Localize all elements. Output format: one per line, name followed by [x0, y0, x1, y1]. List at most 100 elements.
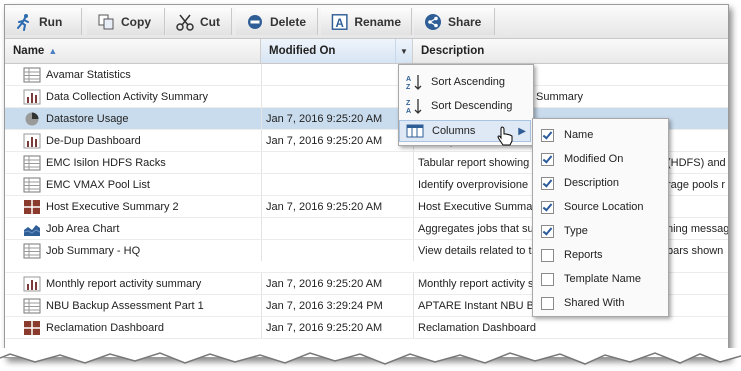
sort-descending-icon: Z A [406, 99, 422, 115]
row-name: EMC Isilon HDFS Racks [46, 156, 166, 169]
svg-text:Z: Z [406, 84, 411, 91]
column-header-description[interactable]: Description [413, 39, 728, 63]
table-row[interactable]: Data Collection Activity Summary Summary [5, 86, 728, 108]
bar-chart-icon [23, 133, 46, 149]
column-toggle-label: Reports [564, 249, 603, 261]
dashboard-icon [23, 320, 46, 336]
run-button[interactable]: Run [5, 8, 82, 35]
row-description: Reclamation Dashboard [413, 317, 728, 338]
table-header: Name ▲ Modified On ▼ Description [5, 39, 728, 64]
column-toggle-shared-with[interactable]: Shared With [533, 291, 666, 315]
column-toggle-label: Template Name [564, 273, 642, 285]
column-header-modified-label: Modified On [269, 45, 336, 57]
sort-descending-label: Sort Descending [431, 100, 513, 112]
row-modified-on [261, 152, 413, 173]
column-toggle-template-name[interactable]: Template Name [533, 267, 666, 291]
row-modified-on: Jan 7, 2016 9:25:20 AM [261, 196, 413, 217]
column-header-name-label: Name [13, 45, 45, 57]
column-toggle-label: Shared With [564, 297, 625, 309]
sort-ascending-icon: ▲ [48, 46, 58, 56]
row-modified-on: Jan 7, 2016 9:25:20 AM [261, 108, 413, 129]
bar-chart-icon [23, 89, 46, 105]
row-name-cell: EMC Isilon HDFS Racks [23, 152, 261, 173]
checkbox[interactable] [541, 176, 554, 190]
row-name-cell: Monthly report activity summary [23, 273, 261, 294]
column-toggle-description[interactable]: Description [533, 171, 666, 195]
checkbox[interactable] [541, 272, 554, 286]
row-name: NBU Backup Assessment Part 1 [46, 299, 204, 312]
row-name: Avamar Statistics [46, 68, 131, 81]
row-name-cell: Job Area Chart [23, 218, 261, 239]
row-modified-on: Jan 7, 2016 9:25:20 AM [261, 317, 413, 338]
row-name: Datastore Usage [46, 112, 129, 125]
area-chart-icon [23, 221, 46, 237]
column-header-name[interactable]: Name ▲ [5, 39, 261, 63]
description-fragment-hdfs: (HDFS) and [667, 157, 726, 169]
column-toggle-name[interactable]: Name [533, 123, 666, 147]
table-row[interactable]: Avamar Statistics [5, 64, 728, 86]
delete-icon [248, 14, 262, 29]
row-modified-on [261, 64, 413, 85]
rename-button[interactable]: A Rename [321, 8, 412, 35]
column-toggle-label: Source Location [564, 201, 644, 213]
row-name: Data Collection Activity Summary [46, 90, 208, 103]
row-name: Monthly report activity summary [46, 277, 202, 290]
description-fragment-pools: rage pools r [667, 179, 726, 191]
table-row[interactable]: Reclamation Dashboard Jan 7, 2016 9:25:20… [5, 317, 728, 339]
row-name-cell: Data Collection Activity Summary [23, 86, 261, 107]
torn-edge-decoration [0, 348, 741, 365]
row-name-cell: Host Executive Summary 2 [23, 196, 261, 217]
share-button[interactable]: Share [414, 8, 495, 35]
copy-button[interactable]: Copy [87, 8, 165, 35]
menu-item-sort-ascending[interactable]: A Z Sort Ascending [399, 71, 531, 93]
column-toggle-source-location[interactable]: Source Location [533, 195, 666, 219]
row-modified-on: Jan 7, 2016 9:25:20 AM [261, 273, 413, 294]
column-toggle-label: Name [564, 129, 594, 141]
column-toggle-type[interactable]: Type [533, 219, 666, 243]
row-name: Host Executive Summary 2 [46, 200, 179, 213]
column-toggle-label: Modified On [564, 153, 624, 165]
row-name-cell: Reclamation Dashboard [23, 317, 261, 338]
table-report-icon [23, 243, 46, 259]
checkbox[interactable] [541, 128, 554, 142]
dashboard-icon [23, 199, 46, 215]
column-toggle-modified-on[interactable]: Modified On [533, 147, 666, 171]
row-name-cell: Avamar Statistics [23, 64, 261, 85]
rename-icon: A [331, 13, 348, 30]
checkbox[interactable] [541, 248, 554, 262]
row-name: Job Summary - HQ [46, 244, 141, 257]
share-label: Share [448, 14, 482, 29]
run-label: Run [39, 14, 63, 29]
checkbox[interactable] [541, 200, 554, 214]
bar-chart-icon [23, 276, 46, 292]
cut-button[interactable]: Cut [166, 8, 232, 35]
row-name-cell: Job Summary - HQ [23, 240, 261, 261]
columns-icon [406, 124, 424, 138]
checkbox[interactable] [541, 152, 554, 166]
report-browser-window: Run Copy Cut Delete A Rename Share Name … [4, 4, 729, 358]
menu-item-sort-descending[interactable]: Z A Sort Descending [399, 95, 531, 117]
column-toggle-reports[interactable]: Reports [533, 243, 666, 267]
row-modified-on: Jan 7, 2016 9:25:20 AM [261, 130, 413, 151]
column-menu-dropdown-icon[interactable]: ▼ [395, 39, 412, 63]
column-header-description-label: Description [421, 45, 485, 57]
table-report-icon [23, 177, 46, 193]
row-name-cell: De-Dup Dashboard [23, 130, 261, 151]
table-report-icon [23, 155, 46, 171]
row-modified-on [261, 174, 413, 195]
row-modified-on [261, 218, 413, 239]
column-header-modified[interactable]: Modified On ▼ [261, 39, 413, 63]
checkbox[interactable] [541, 224, 554, 238]
hand-cursor-icon [497, 126, 513, 146]
share-icon [425, 13, 441, 30]
row-name: Reclamation Dashboard [46, 321, 165, 334]
checkbox[interactable] [541, 296, 554, 310]
delete-button[interactable]: Delete [236, 8, 318, 35]
row-name: EMC VMAX Pool List [46, 178, 150, 191]
columns-label: Columns [432, 125, 476, 137]
svg-text:A: A [335, 17, 344, 29]
description-fragment-ning: ning messag [667, 223, 729, 235]
row-name-cell: NBU Backup Assessment Part 1 [23, 295, 261, 316]
svg-text:A: A [406, 76, 411, 83]
column-toggle-label: Description [564, 177, 620, 189]
